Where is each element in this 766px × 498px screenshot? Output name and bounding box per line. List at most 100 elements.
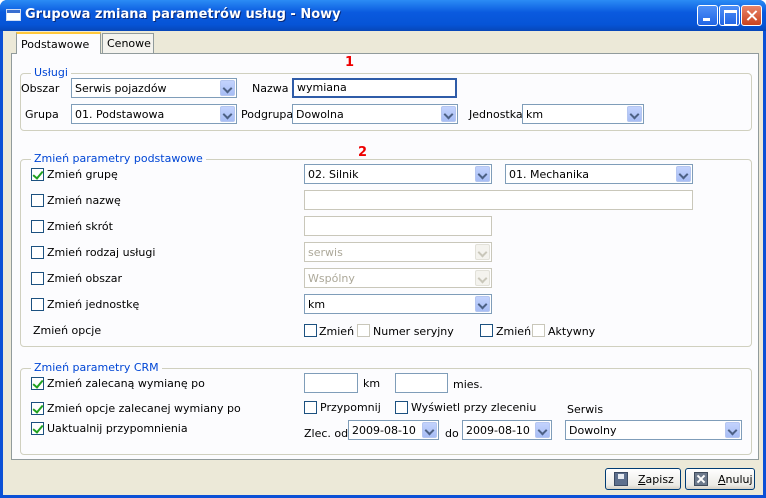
nowy-obszar-value: Wspólny — [308, 272, 355, 285]
zmien-zalecana-checkbox[interactable] — [31, 377, 44, 390]
zmien-grupe-label: Zmień grupę — [47, 168, 118, 181]
chevron-down-icon[interactable] — [676, 166, 691, 182]
grupa-select[interactable]: 01. Podstawowa — [71, 104, 237, 124]
minimize-button[interactable] — [697, 5, 718, 26]
aktywny-label: Aktywny — [548, 325, 596, 338]
zlec-od-date-picker[interactable]: 2009-08-10 — [348, 420, 439, 440]
uaktualnij-checkbox[interactable] — [31, 422, 44, 435]
cancel-button[interactable]: Anuluj — [685, 468, 755, 490]
zmien-opcje-zalecanej-label: Zmień opcje zalecanej wymiany po — [47, 402, 241, 415]
dialog-body: Podstawowe Cenowe 1 2 Usługi Obszar Serw… — [3, 31, 763, 495]
zmien-skrot-label: Zmień skrót — [47, 220, 113, 233]
zlec-do-date-picker[interactable]: 2009-08-10 — [462, 420, 552, 440]
chevron-down-icon[interactable] — [475, 166, 490, 182]
chevron-down-icon[interactable] — [475, 296, 490, 312]
nowa-grupa-value: 02. Silnik — [308, 168, 359, 181]
zmien-skrot-checkbox[interactable] — [31, 220, 44, 233]
wyswietl-przy-zleceniu-label: Wyświetl przy zleceniu — [411, 401, 537, 414]
wyswietl-przy-zleceniu-checkbox[interactable] — [395, 401, 408, 414]
zmien-obszar-checkbox[interactable] — [31, 272, 44, 285]
tab-panel: 1 2 Usługi Obszar Serwis pojazdów Nazwa … — [11, 53, 759, 460]
marker-1: 1 — [345, 55, 355, 70]
podstawowe-legend: Zmień parametry podstawowe — [31, 152, 206, 165]
save-button[interactable]: Zapisz — [605, 468, 681, 490]
nazwa-label: Nazwa — [252, 82, 289, 95]
rodzaj-uslugi-value: serwis — [308, 246, 343, 259]
nowa-jednostka-select[interactable]: km — [304, 294, 492, 314]
nazwa-input[interactable]: wymiana — [292, 78, 457, 98]
chevron-down-icon[interactable] — [220, 106, 235, 122]
nowy-obszar-select[interactable]: Wspólny — [304, 268, 492, 288]
zmien-opcje-zalecanej-checkbox[interactable] — [31, 402, 44, 415]
nowa-nazwa-input[interactable] — [304, 190, 693, 210]
chevron-down-icon[interactable] — [627, 106, 642, 122]
zmien-opcje-label: Zmień opcje — [33, 324, 102, 337]
serwis-select[interactable]: Dowolny — [565, 420, 742, 440]
chevron-down-icon[interactable] — [220, 80, 235, 96]
nowa-podgrupa-select[interactable]: 01. Mechanika — [505, 164, 693, 184]
mies-unit-label: mies. — [453, 378, 483, 391]
zmien-rodzaj-checkbox[interactable] — [31, 246, 44, 259]
chevron-down-icon[interactable] — [725, 422, 740, 438]
jednostka-value: km — [526, 108, 544, 121]
zmien-aktywny-checkbox[interactable] — [480, 324, 493, 337]
numer-seryjny-checkbox[interactable] — [357, 324, 370, 337]
window-title: Grupowa zmiana parametrów usług - Nowy — [25, 7, 341, 22]
do-label: do — [445, 427, 459, 440]
zmien-jednostke-checkbox[interactable] — [31, 298, 44, 311]
numer-seryjny-label: Numer seryjny — [373, 325, 454, 338]
zlec-od-value: 2009-08-10 — [352, 424, 416, 437]
close-icon — [694, 472, 708, 486]
zmien-nazwe-checkbox[interactable] — [31, 194, 44, 207]
chevron-down-icon[interactable] — [535, 422, 550, 438]
crm-legend: Zmień parametry CRM — [31, 361, 162, 374]
zmien-numer-seryjny-label: Zmień — [319, 325, 355, 338]
chevron-down-icon[interactable] — [475, 244, 490, 260]
jednostka-select[interactable]: km — [522, 104, 644, 124]
podgrupa-value: Dowolna — [296, 108, 344, 121]
tab-cenowe[interactable]: Cenowe — [102, 33, 154, 53]
serwis-label: Serwis — [567, 403, 604, 416]
zmien-numer-seryjny-checkbox[interactable] — [304, 324, 317, 337]
przypomnij-checkbox[interactable] — [304, 401, 317, 414]
obszar-select[interactable]: Serwis pojazdów — [71, 78, 237, 98]
chevron-down-icon[interactable] — [441, 106, 456, 122]
cancel-button-label: Anuluj — [718, 473, 753, 486]
chevron-down-icon[interactable] — [475, 270, 490, 286]
zmien-grupe-checkbox[interactable] — [31, 168, 44, 181]
close-button[interactable] — [741, 5, 762, 26]
grupa-value: 01. Podstawowa — [75, 108, 165, 121]
nowa-podgrupa-value: 01. Mechanika — [509, 168, 589, 181]
zmien-obszar-label: Zmień obszar — [47, 272, 123, 285]
zalecana-km-input[interactable] — [304, 373, 358, 393]
uslugi-legend: Usługi — [31, 66, 71, 79]
uaktualnij-label: Uaktualnij przypomnienia — [47, 422, 188, 435]
rodzaj-uslugi-select[interactable]: serwis — [304, 242, 492, 262]
grupa-label: Grupa — [25, 108, 59, 121]
zalecana-mies-input[interactable] — [395, 373, 448, 393]
chevron-down-icon[interactable] — [422, 422, 437, 438]
przypomnij-label: Przypomnij — [320, 401, 381, 414]
zlec-do-value: 2009-08-10 — [466, 424, 530, 437]
km-unit-label: km — [363, 377, 381, 390]
obszar-value: Serwis pojazdów — [75, 82, 167, 95]
zmien-aktywny-label: Zmień — [496, 325, 532, 338]
podgrupa-label: Podgrupa — [241, 108, 294, 121]
zmien-nazwe-label: Zmień nazwę — [47, 194, 121, 207]
tab-podstawowe[interactable]: Podstawowe — [16, 32, 101, 54]
nowy-skrot-input[interactable] — [304, 216, 492, 236]
app-window-icon — [6, 9, 21, 21]
save-button-label: Zapisz — [638, 473, 674, 486]
maximize-button[interactable] — [719, 5, 740, 26]
zmien-zalecana-label: Zmień zalecaną wymianę po — [47, 377, 205, 390]
serwis-value: Dowolny — [569, 424, 617, 437]
floppy-disk-icon — [614, 472, 628, 486]
title-bar[interactable]: Grupowa zmiana parametrów usług - Nowy — [0, 0, 766, 31]
podgrupa-select[interactable]: Dowolna — [292, 104, 458, 124]
window: Grupowa zmiana parametrów usług - Nowy P… — [0, 0, 766, 498]
zlec-od-label: Zlec. od — [304, 427, 349, 440]
aktywny-checkbox[interactable] — [532, 324, 545, 337]
nowa-grupa-select[interactable]: 02. Silnik — [304, 164, 492, 184]
zmien-rodzaj-label: Zmień rodzaj usługi — [47, 246, 156, 259]
jednostka-label: Jednostka — [469, 108, 523, 121]
